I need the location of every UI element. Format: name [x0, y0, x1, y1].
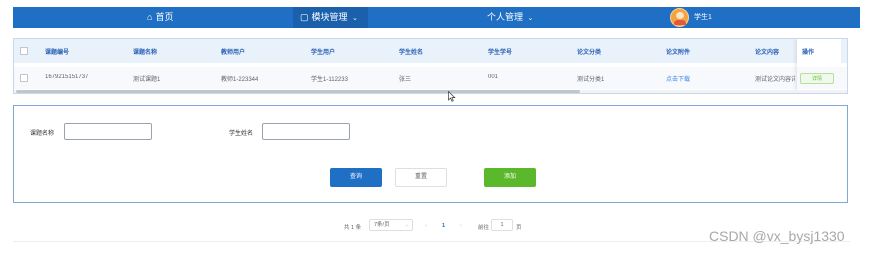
header-student-number[interactable]: 学生学号: [488, 47, 512, 56]
nav-home-label: 首页: [155, 12, 174, 22]
page-unit-label: 页: [516, 225, 522, 231]
scrollbar-thumb[interactable]: [16, 90, 580, 93]
table-header: 课题编号 课题名称 教师用户 学生用户 学生姓名 学生学号 论文分类 论文附件 …: [14, 39, 847, 63]
nav-modules-label: 模块管理: [311, 12, 348, 22]
header-category[interactable]: 论文分类: [577, 47, 601, 56]
horizontal-scrollbar[interactable]: [14, 90, 847, 93]
next-page-icon[interactable]: ›: [460, 223, 462, 237]
operation-column: 操作 详情: [797, 39, 841, 93]
download-link[interactable]: 点击下载: [666, 74, 690, 83]
add-button[interactable]: 添加: [484, 168, 536, 187]
page-size-value: 7条/页: [374, 222, 390, 228]
nav-module-management[interactable]: ▢ 模块管理 ⌄: [293, 7, 368, 28]
nav-profile-label: 个人管理: [487, 12, 524, 22]
pagination-total: 共 1 条: [344, 225, 362, 231]
chevron-down-icon: ⌄: [352, 15, 358, 22]
header-teacher-user[interactable]: 教师用户: [221, 47, 245, 56]
prev-page-icon[interactable]: ‹: [425, 223, 427, 237]
page-number-current[interactable]: 1: [442, 223, 445, 237]
mouse-cursor-icon: [448, 91, 456, 102]
topic-name-input[interactable]: [64, 123, 152, 140]
nav-home[interactable]: ⌂ 首页: [147, 7, 173, 28]
select-all-checkbox[interactable]: [20, 47, 28, 55]
reset-button[interactable]: 重置: [395, 168, 447, 187]
cell-student-user: 学生1-112233: [311, 77, 348, 83]
page-jump-input[interactable]: 1: [491, 219, 513, 231]
cell-category: 测试分类1: [577, 77, 605, 83]
watermark: CSDN @vx_bysj1330: [709, 228, 845, 244]
avatar[interactable]: [670, 8, 689, 27]
header-operation: 操作: [802, 50, 815, 56]
header-topic-name[interactable]: 课题名称: [133, 47, 157, 56]
cell-student-name: 张三: [399, 77, 412, 83]
goto-label: 前往: [478, 225, 490, 231]
header-content[interactable]: 论文内容: [755, 47, 779, 56]
student-name-input[interactable]: [262, 123, 350, 140]
row-checkbox[interactable]: [20, 74, 28, 82]
cell-teacher-user: 教师1-223344: [221, 77, 259, 83]
chevron-down-icon: ⌄: [527, 15, 534, 22]
header-topic-code[interactable]: 课题编号: [45, 47, 69, 56]
page-size-select[interactable]: 7条/页 ⌄: [369, 219, 413, 231]
query-button[interactable]: 查询: [330, 168, 382, 187]
user-name[interactable]: 学生1: [694, 7, 712, 28]
search-panel: 课题名称 学生姓名 查询 重置 添加: [13, 105, 848, 203]
student-name-label: 学生姓名: [229, 131, 254, 137]
module-icon: ▢: [300, 12, 309, 22]
nav-personal-management[interactable]: 个人管理 ⌄: [487, 7, 533, 28]
detail-button[interactable]: 详情: [800, 73, 834, 84]
home-icon: ⌂: [147, 12, 153, 22]
thesis-table: 课题编号 课题名称 教师用户 学生用户 学生姓名 学生学号 论文分类 论文附件 …: [13, 38, 848, 94]
table-row[interactable]: 1679215151737 测试课题1 教师1-223344 学生1-11223…: [14, 67, 847, 89]
topic-name-label: 课题名称: [30, 131, 55, 137]
cell-topic-code: 1679215151737: [45, 74, 89, 80]
header-attachment[interactable]: 论文附件: [666, 47, 690, 56]
cell-student-number: 001: [488, 74, 499, 80]
header-student-user[interactable]: 学生用户: [311, 47, 335, 56]
header-student-name[interactable]: 学生姓名: [399, 47, 423, 56]
cell-content: 测试论文内容详: [755, 77, 795, 83]
cell-topic-name: 测试课题1: [133, 77, 161, 83]
top-nav: ⌂ 首页 ▢ 模块管理 ⌄ 个人管理 ⌄ 学生1: [13, 7, 860, 28]
chevron-down-icon: ⌄: [404, 222, 409, 228]
